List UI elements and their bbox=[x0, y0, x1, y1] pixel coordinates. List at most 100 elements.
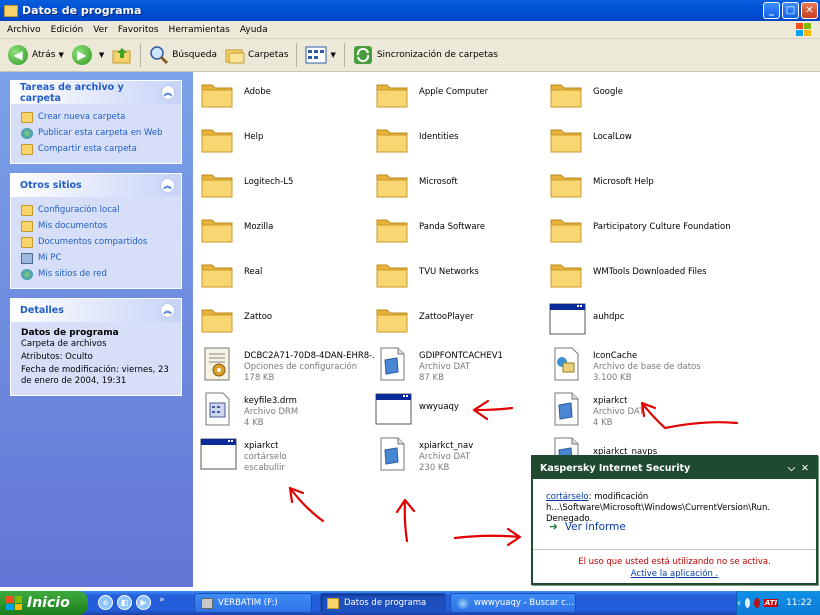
folder-item-adobe[interactable]: Adobe bbox=[199, 76, 374, 116]
folder-item-participatory-culture-foundation[interactable]: Participatory Culture Foundation bbox=[548, 211, 731, 251]
place-local-settings[interactable]: Configuración local bbox=[21, 202, 173, 218]
chevron-down-icon[interactable]: ▼ bbox=[330, 51, 335, 59]
media-icon[interactable]: ▶ bbox=[136, 595, 151, 610]
menu-edicion[interactable]: Edición bbox=[46, 25, 89, 35]
folder-item-logitech-l5[interactable]: Logitech-L5 bbox=[199, 166, 374, 206]
folder-item-mozilla[interactable]: Mozilla bbox=[199, 211, 374, 251]
place-shared-documents[interactable]: Documentos compartidos bbox=[21, 234, 173, 250]
desktop-icon[interactable]: ◧ bbox=[117, 595, 132, 610]
menu-ayuda[interactable]: Ayuda bbox=[235, 25, 273, 35]
search-button[interactable]: Búsqueda bbox=[145, 42, 221, 68]
other-places-box: Otros sitios ︽ Configuración local Mis do… bbox=[10, 173, 182, 289]
menu-archivo[interactable]: Archivo bbox=[2, 25, 46, 35]
folder-icon bbox=[199, 256, 235, 292]
file-item-xpiarkct-nav[interactable]: xpiarkct_nav Archivo DAT 230 KB bbox=[374, 436, 549, 476]
kaspersky-user-link[interactable]: cortárselo bbox=[546, 492, 589, 502]
chevron-down-icon[interactable]: ▼ bbox=[99, 51, 104, 59]
folder-label: Panda Software bbox=[419, 222, 486, 232]
file-size: 4 KB bbox=[593, 418, 613, 428]
chevron-down-icon[interactable]: ⌵ bbox=[788, 463, 795, 474]
file-name: auhdpc bbox=[593, 312, 625, 322]
close-button[interactable]: ✕ bbox=[801, 2, 818, 19]
publish-web-link[interactable]: Publicar esta carpeta en Web bbox=[21, 125, 173, 141]
start-label: Inicio bbox=[27, 595, 70, 611]
minimize-button[interactable]: _ bbox=[763, 2, 780, 19]
search-label: Búsqueda bbox=[172, 50, 217, 60]
window-title: Datos de programa bbox=[22, 4, 142, 17]
folder-item-google[interactable]: Google bbox=[548, 76, 723, 116]
file-item-xpiarkct[interactable]: xpiarkct cortárselo escabullir bbox=[199, 436, 374, 476]
menu-bar: Archivo Edición Ver Favoritos Herramient… bbox=[0, 21, 820, 39]
collapse-icon[interactable]: ︽ bbox=[160, 303, 175, 318]
folder-item-zattoo[interactable]: Zattoo bbox=[199, 301, 374, 341]
place-my-documents[interactable]: Mis documentos bbox=[21, 218, 173, 234]
folder-item-panda-software[interactable]: Panda Software bbox=[374, 211, 549, 251]
kaspersky-tray-icon[interactable] bbox=[754, 598, 760, 608]
start-button[interactable]: Inicio bbox=[0, 591, 88, 615]
folder-label: Microsoft Help bbox=[593, 177, 654, 187]
activate-link[interactable]: Active la aplicación . bbox=[533, 569, 816, 579]
folder-icon bbox=[548, 166, 584, 202]
maximize-button[interactable]: □ bbox=[782, 2, 799, 19]
task-verbatim[interactable]: VERBATIM (F:) bbox=[194, 593, 312, 613]
folder-item-locallow[interactable]: LocalLow bbox=[548, 121, 723, 161]
clock: 11:22 bbox=[786, 598, 812, 608]
folder-item-real[interactable]: Real bbox=[199, 256, 374, 296]
views-button[interactable]: ▼ bbox=[301, 42, 339, 68]
folder-item-help[interactable]: Help bbox=[199, 121, 374, 161]
folder-item-tvu-networks[interactable]: TVU Networks bbox=[374, 256, 549, 296]
details-attributes: Atributos: Oculto bbox=[21, 352, 93, 362]
folder-label: Logitech-L5 bbox=[244, 177, 294, 187]
file-item-keyfile3-drm[interactable]: keyfile3.drm Archivo DRM 4 KB bbox=[199, 391, 374, 431]
collapse-icon[interactable]: ︽ bbox=[160, 85, 175, 100]
view-report-link[interactable]: ➜ Ver informe bbox=[549, 521, 626, 533]
task-label: wwwyuaqy - Buscar c... bbox=[474, 598, 574, 608]
details-header[interactable]: Detalles ︽ bbox=[11, 299, 181, 322]
file-item-dcbc2a71-70d8-4dan-ehr8[interactable]: DCBC2A71-70D8-4DAN-EHR8-... Opciones de c… bbox=[199, 346, 374, 386]
forward-button[interactable]: ▶ ▼ bbox=[68, 42, 108, 68]
chevron-down-icon[interactable]: ▼ bbox=[58, 51, 63, 59]
folder-item-identities[interactable]: Identities bbox=[374, 121, 549, 161]
file-name: wwyuaqy bbox=[419, 402, 459, 412]
folders-button[interactable]: Carpetas bbox=[221, 42, 292, 68]
folder-item-microsoft[interactable]: Microsoft bbox=[374, 166, 549, 206]
menu-ver[interactable]: Ver bbox=[88, 25, 113, 35]
folder-item-wmtools-downloaded-files[interactable]: WMTools Downloaded Files bbox=[548, 256, 723, 296]
folder-icon bbox=[199, 76, 235, 112]
folder-item-microsoft-help[interactable]: Microsoft Help bbox=[548, 166, 723, 206]
task-datos-de-programa[interactable]: Datos de programa bbox=[320, 593, 446, 613]
chevron-right-icon[interactable]: » bbox=[159, 595, 165, 610]
place-my-pc[interactable]: Mi PC bbox=[21, 250, 173, 266]
ati-icon[interactable]: ATI bbox=[763, 599, 779, 607]
task-label: Compartir esta carpeta bbox=[38, 144, 137, 154]
place-network[interactable]: Mis sitios de red bbox=[21, 266, 173, 282]
file-tasks-header[interactable]: Tareas de archivo y carpeta ︽ bbox=[11, 81, 181, 104]
folder-item-apple-computer[interactable]: Apple Computer bbox=[374, 76, 549, 116]
menu-herramientas[interactable]: Herramientas bbox=[164, 25, 235, 35]
details-name: Datos de programa bbox=[21, 328, 119, 338]
folder-item-zattooplayer[interactable]: ZattooPlayer bbox=[374, 301, 549, 341]
file-item-iconcache[interactable]: IconCache Archivo de base de datos 3.100 K… bbox=[548, 346, 723, 386]
file-item-auhdpc[interactable]: auhdpc bbox=[548, 301, 723, 341]
menu-favoritos[interactable]: Favoritos bbox=[113, 25, 164, 35]
file-item-wwyuaqy[interactable]: wwyuaqy bbox=[374, 391, 549, 431]
chevron-left-icon[interactable]: ‹ bbox=[737, 598, 741, 609]
file-item-xpiarkct[interactable]: xpiarkct Archivo DAT 4 KB bbox=[548, 391, 723, 431]
close-icon[interactable]: ✕ bbox=[801, 463, 809, 474]
back-button[interactable]: ◀ Atrás ▼ bbox=[4, 42, 68, 68]
file-name: keyfile3.drm bbox=[244, 396, 297, 406]
share-folder-link[interactable]: Compartir esta carpeta bbox=[21, 141, 173, 157]
file-type: Archivo DAT bbox=[419, 362, 471, 372]
file-item-gdipfontcachev1[interactable]: GDIPFONTCACHEV1 Archivo DAT 87 KB bbox=[374, 346, 549, 386]
bluetooth-icon[interactable] bbox=[745, 598, 751, 608]
task-browser[interactable]: wwwyuaqy - Buscar c... bbox=[450, 593, 576, 613]
new-folder-link[interactable]: Crear nueva carpeta bbox=[21, 109, 173, 125]
ie-icon[interactable]: e bbox=[98, 595, 113, 610]
up-folder-button[interactable] bbox=[108, 42, 136, 68]
sync-button[interactable]: Sincronización de carpetas bbox=[349, 42, 502, 68]
other-places-header[interactable]: Otros sitios ︽ bbox=[11, 174, 181, 197]
arrow-right-icon: ➜ bbox=[549, 521, 558, 533]
collapse-icon[interactable]: ︽ bbox=[160, 178, 175, 193]
file-size: 87 KB bbox=[419, 373, 444, 383]
folder-label: WMTools Downloaded Files bbox=[593, 267, 707, 277]
